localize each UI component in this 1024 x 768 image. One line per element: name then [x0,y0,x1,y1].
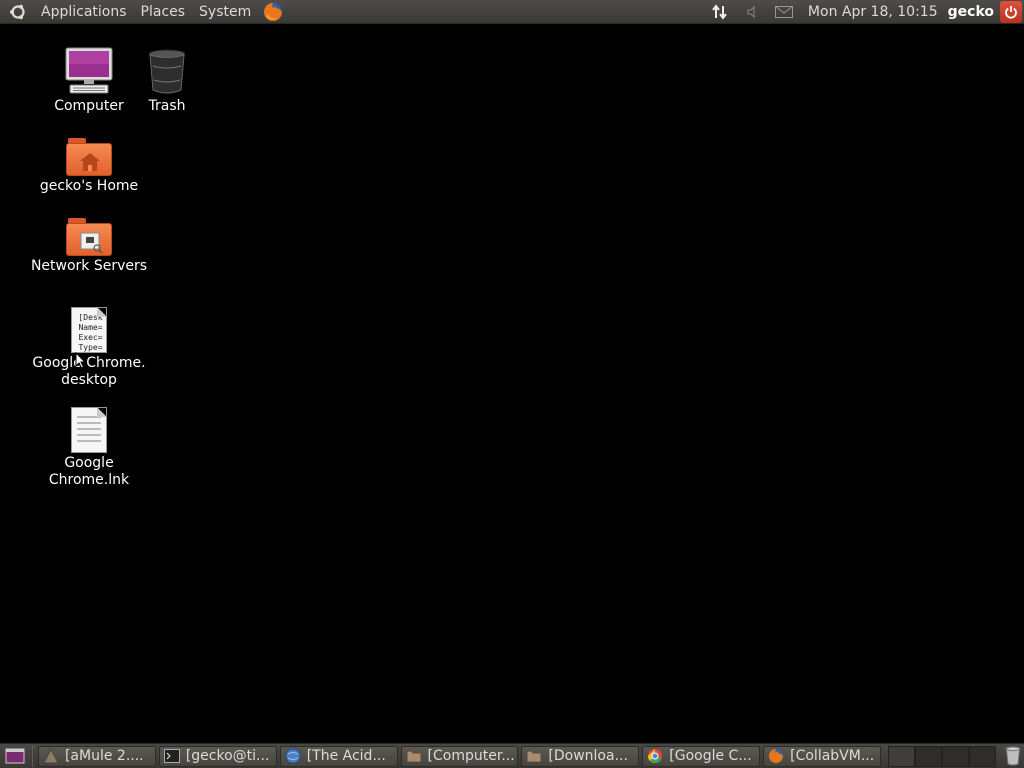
desktop-icon-label: Network Servers [30,258,148,274]
desktop-icon-label: Trash [148,98,186,114]
taskbar-item-label: [Downloa... [548,748,628,764]
file-preview-line: Type= [78,343,103,352]
desktop-icon-trash[interactable]: Trash [102,44,232,115]
text-file-icon [71,401,107,453]
taskbar-item-amule[interactable]: [aMule 2.... [37,745,156,767]
amule-icon [43,748,59,764]
trash-icon [147,44,187,96]
desktop-icon-network-servers[interactable]: Network Servers [24,204,154,275]
volume-icon[interactable] [739,0,765,24]
taskbar-item-the-acid[interactable]: [The Acid... [279,745,398,767]
trash-applet[interactable] [1002,745,1024,767]
menu-system[interactable]: System [192,0,258,24]
home-folder-icon [66,124,112,176]
file-manager-icon [526,748,542,764]
ubuntu-logo-icon[interactable] [6,0,30,24]
file-preview-line: Exec= [78,333,103,342]
taskbar-item-label: [Google C... [669,748,752,764]
show-desktop-icon [5,748,25,764]
taskbar-item-label: [aMule 2.... [64,748,144,764]
workspace-2[interactable] [914,745,942,767]
top-panel: Applications Places System Mon Apr 18, 1… [0,0,1024,24]
power-icon [1005,5,1017,19]
mouse-cursor-icon [75,352,87,369]
clock[interactable]: Mon Apr 18, 10:15 [800,0,946,24]
taskbar-item-label: [Computer... [427,748,515,764]
taskbar-item-google-chrome[interactable]: [Google C... [642,745,761,767]
workspace-3[interactable] [941,745,969,767]
bottom-panel: [aMule 2.... [gecko@ti... [The Acid... [… [0,743,1024,768]
desktop-icon-chrome-desktop[interactable]: [Desk Name= Exec= Type= Google Chrome. d… [24,301,154,389]
chrome-icon [647,748,663,764]
desktop-icon-label: Google Chrome. desktop [32,355,146,388]
desktop-icon-label: gecko's Home [39,178,139,194]
power-button[interactable] [1000,0,1022,23]
workspace-switcher [887,745,996,767]
taskbar-item-label: [CollabVM... [790,748,875,764]
desktop-icon-home[interactable]: gecko's Home [24,124,154,195]
file-preview-line: Name= [78,323,103,332]
file-manager-icon [406,748,422,764]
mail-icon[interactable] [771,0,797,24]
show-desktop-button[interactable] [4,747,26,766]
taskbar-item-computer[interactable]: [Computer... [400,745,519,767]
workspace-4[interactable] [968,745,996,767]
trash-icon [1005,746,1021,766]
taskbar-item-terminal[interactable]: [gecko@ti... [158,745,277,767]
taskbar-item-collabvm[interactable]: [CollabVM... [763,745,881,767]
terminal-icon [163,748,180,764]
username-label[interactable]: gecko [946,0,1000,24]
menu-places[interactable]: Places [134,0,193,24]
taskbar-item-label: [The Acid... [306,748,386,764]
firefox-launcher-icon[interactable] [261,0,285,24]
workspace-1[interactable] [887,745,915,767]
network-arrows-icon[interactable] [707,0,733,24]
desktop-icon-label: Google Chrome.lnk [48,455,130,488]
menu-applications[interactable]: Applications [34,0,134,24]
desktop-icon-chrome-lnk[interactable]: Google Chrome.lnk [24,401,154,489]
globe-icon [285,748,301,764]
desktop-file-icon: [Desk Name= Exec= Type= [71,301,107,353]
firefox-icon [768,748,784,764]
taskbar-item-label: [gecko@ti... [185,748,270,764]
network-folder-icon [66,204,112,256]
taskbar-item-downloads[interactable]: [Downloa... [521,745,640,767]
